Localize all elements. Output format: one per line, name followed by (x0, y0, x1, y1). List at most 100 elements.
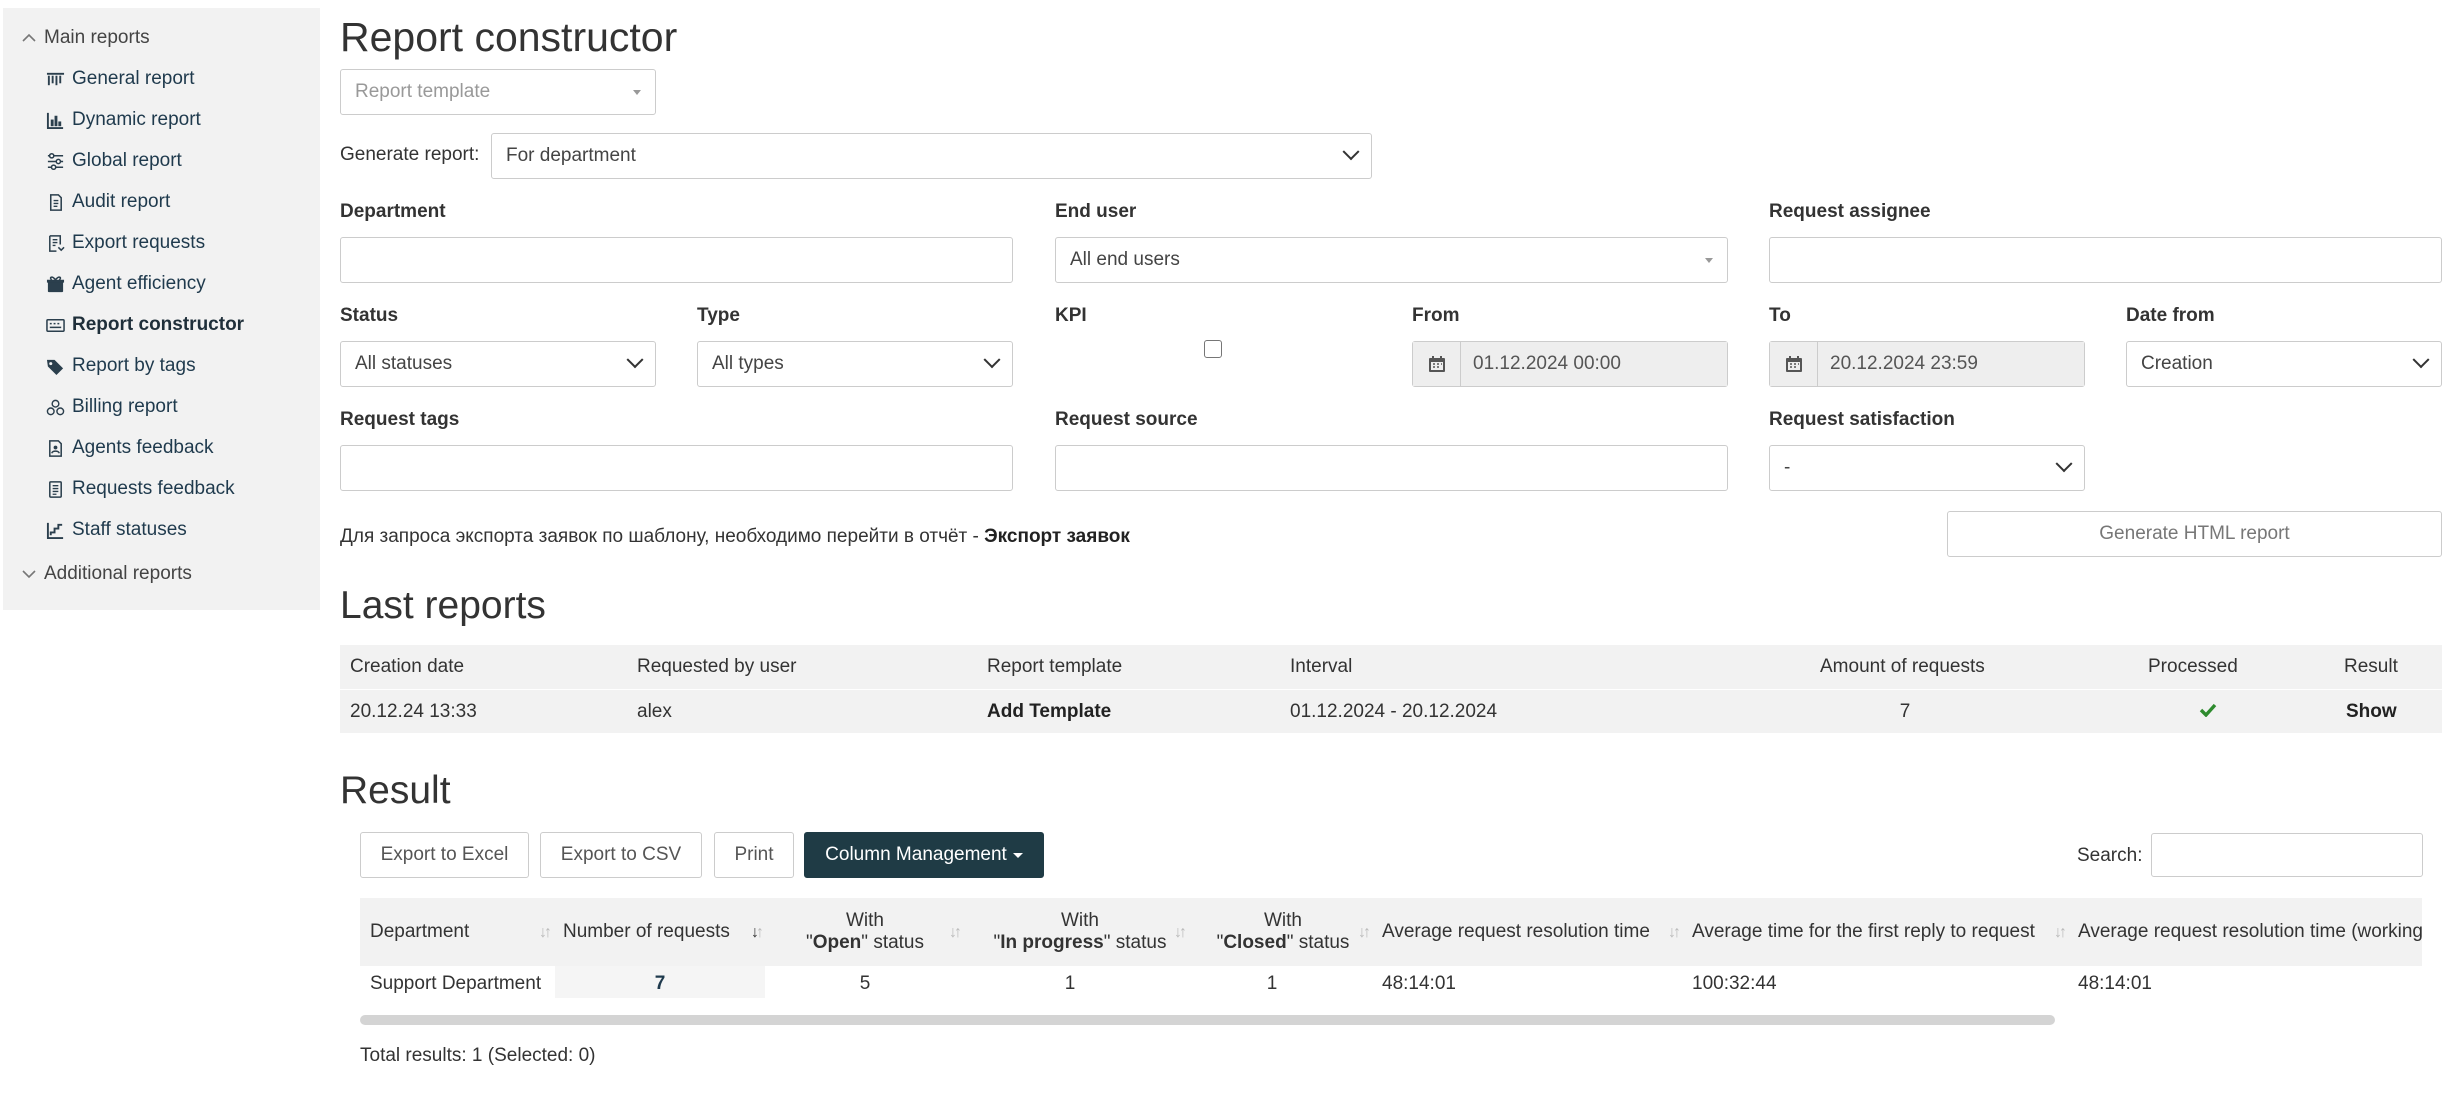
column-header-number-of-requests[interactable]: Number of requests ↓↑ (563, 898, 764, 966)
generate-html-report-button[interactable]: Generate HTML report (1947, 511, 2442, 557)
sort-desc-icon: ↓↑ (751, 924, 764, 941)
request-source-label: Request source (1055, 409, 1198, 430)
main-content: Report constructor Report template Gener… (340, 0, 2445, 1101)
sidebar-item-label: Global report (72, 150, 182, 171)
sidebar-item-label: Requests feedback (72, 478, 235, 499)
caret-down-icon (633, 89, 641, 95)
sidebar-item-report-constructor[interactable]: Report constructor (46, 314, 244, 336)
sidebar-group-main-reports[interactable]: Main reports (22, 27, 150, 49)
caret-down-icon (1705, 257, 1713, 263)
column-header-in-progress-status[interactable]: With "In progress" status ↓↑ (970, 898, 1190, 966)
sidebar-item-requests-feedback[interactable]: Requests feedback (46, 478, 235, 500)
column-header-closed-status[interactable]: With "Closed" status ↓↑ (1192, 898, 1374, 966)
generate-report-label: Generate report: (340, 144, 480, 165)
column-header-label: With "Closed" status (1216, 910, 1350, 953)
from-date-field[interactable]: 01.12.2024 00:00 (1412, 341, 1728, 387)
export-note: Для запроса экспорта заявок по шаблону, … (340, 526, 1130, 548)
column-management-label: Column Management (825, 844, 1007, 865)
column-header-avg-resolution[interactable]: Average request resolution time ↓↑ (1382, 898, 1684, 966)
closed-status-cell: 1 (1266, 973, 1278, 994)
result-title: Result (340, 769, 451, 812)
column-header-label: Average time for the first reply to requ… (1692, 921, 2035, 942)
staircase-chart-icon (46, 520, 72, 540)
request-assignee-label: Request assignee (1769, 201, 1931, 222)
type-label: Type (697, 305, 740, 326)
avg-resolution-wh-cell: 48:14:01 (2078, 973, 2152, 994)
sidebar-item-global-report[interactable]: Global report (46, 150, 182, 172)
in-progress-text: In progress (1000, 932, 1104, 953)
date-from-select[interactable]: Creation (2126, 341, 2442, 387)
show-result-link[interactable]: Show (2346, 701, 2397, 723)
export-excel-button[interactable]: Export to Excel (360, 832, 529, 878)
sidebar-item-label: Report by tags (72, 355, 196, 376)
sort-icon: ↓↑ (1668, 924, 1681, 941)
sidebar-item-audit-report[interactable]: Audit report (46, 191, 170, 213)
column-header-label: Number of requests (563, 921, 730, 942)
sidebar-item-agent-efficiency[interactable]: Agent efficiency (46, 273, 206, 295)
request-source-input[interactable] (1055, 445, 1728, 491)
request-tags-label: Request tags (340, 409, 460, 430)
number-of-requests-cell[interactable]: 7 (555, 966, 765, 998)
export-note-text: Для запроса экспорта заявок по шаблону, … (340, 526, 979, 547)
report-template-link[interactable]: Add Template (987, 701, 1111, 723)
to-date-field[interactable]: 20.12.2024 23:59 (1769, 341, 2085, 387)
sidebar-item-billing-report[interactable]: Billing report (46, 396, 178, 418)
horizontal-scrollbar[interactable] (360, 1015, 2055, 1025)
column-header-open-status[interactable]: With "Open" status ↓↑ (765, 898, 965, 966)
table-row: 20.12.24 13:33 alex Add Template 01.12.2… (340, 689, 2442, 733)
type-select[interactable]: All types (697, 341, 1013, 387)
feedback-doc-icon (46, 438, 72, 458)
search-input[interactable] (2151, 833, 2423, 877)
column-header: Amount of requests (1820, 656, 1985, 677)
coins-icon (46, 397, 72, 417)
interval-cell: 01.12.2024 - 20.12.2024 (1290, 701, 1498, 722)
calendar-icon[interactable] (1413, 342, 1461, 386)
search-label: Search: (2077, 845, 2143, 866)
sidebar-item-staff-statuses[interactable]: Staff statuses (46, 519, 187, 541)
export-csv-button[interactable]: Export to CSV (540, 832, 702, 878)
column-management-button[interactable]: Column Management (804, 832, 1044, 878)
sidebar-item-dynamic-report[interactable]: Dynamic report (46, 109, 201, 131)
sidebar-item-agents-feedback[interactable]: Agents feedback (46, 437, 214, 459)
chevron-down-icon (2055, 455, 2073, 473)
column-header-label: Average request resolution time (working… (2078, 921, 2422, 942)
department-input[interactable] (340, 237, 1013, 283)
request-assignee-input[interactable] (1769, 237, 2442, 283)
with-text: With (845, 910, 884, 931)
in-progress-status-cell: 1 (1064, 973, 1076, 994)
sidebar-item-general-report[interactable]: General report (46, 68, 195, 90)
request-satisfaction-select[interactable]: - (1769, 445, 2085, 491)
calendar-icon[interactable] (1770, 342, 1818, 386)
export-requests-link[interactable]: Экспорт заявок (984, 526, 1130, 547)
sidebar-item-label: General report (72, 68, 195, 89)
column-header: Report template (987, 656, 1123, 677)
sidebar-item-label: Staff statuses (72, 519, 187, 540)
request-tags-input[interactable] (340, 445, 1013, 491)
gift-box-icon (46, 274, 72, 294)
column-header-avg-first-reply[interactable]: Average time for the first reply to requ… (1692, 898, 2070, 966)
report-template-cell: Add Template (987, 690, 1111, 734)
sidebar-item-label: Audit report (72, 191, 171, 212)
report-template-select[interactable]: Report template (340, 69, 656, 115)
table-header-row: Department ↓↑ Number of requests ↓↑ With… (360, 898, 2422, 966)
print-button[interactable]: Print (714, 832, 794, 878)
end-user-select[interactable]: All end users (1055, 237, 1728, 283)
sidebar-item-export-requests[interactable]: Export requests (46, 232, 205, 254)
sidebar-item-label: Agents feedback (72, 437, 214, 458)
chevron-up-icon (22, 30, 44, 47)
avg-first-reply-cell: 100:32:44 (1692, 973, 1777, 994)
type-value: All types (712, 353, 784, 374)
column-header-label: With "In progress" status (993, 910, 1167, 953)
sidebar-group-additional-reports[interactable]: Additional reports (22, 563, 192, 585)
kpi-checkbox[interactable] (1204, 340, 1222, 358)
sidebar-item-label: Report constructor (72, 314, 245, 335)
requested-by-cell: alex (637, 701, 672, 722)
status-select[interactable]: All statuses (340, 341, 656, 387)
column-header-avg-resolution-working-hours[interactable]: Average request resolution time (working… (2078, 898, 2422, 966)
generate-report-select[interactable]: For department (491, 133, 1372, 179)
from-date-value: 01.12.2024 00:00 (1461, 342, 1727, 386)
column-header-department[interactable]: Department ↓↑ (370, 898, 555, 966)
sidebar-item-report-by-tags[interactable]: Report by tags (46, 355, 196, 377)
open-text: Open (812, 932, 862, 953)
column-header-label: With "Open" status (805, 910, 925, 953)
